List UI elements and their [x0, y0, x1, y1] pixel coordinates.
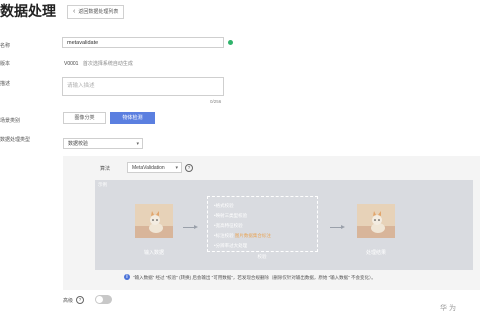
description-counter: 0/256	[210, 99, 222, 104]
version-label: 版本	[0, 61, 11, 67]
watermark-logo: 华为	[440, 305, 458, 312]
name-value: metavalidate	[67, 40, 99, 46]
info-icon: i	[124, 274, 130, 280]
toggle-knob	[96, 296, 103, 303]
version-hint: 首次选择系统自动生成	[82, 61, 133, 67]
center-caption: 校验	[250, 254, 274, 260]
chevron-down-icon: ▾	[136, 141, 139, 147]
version-text: V0001 首次选择系统自动生成	[64, 60, 133, 67]
advanced-label: 高级	[63, 298, 74, 304]
arrow-right-icon	[194, 225, 198, 229]
help-icon[interactable]: ?	[76, 296, 84, 304]
valid-check-icon	[228, 40, 233, 45]
illustration-header: 示例	[98, 182, 107, 187]
help-icon[interactable]: ?	[185, 164, 193, 172]
description-textarea[interactable]: 请输入描述	[62, 77, 224, 96]
check-item: •宽高特征校验	[214, 223, 243, 228]
check-item: •标注校验 图片数据集合标注	[214, 233, 271, 238]
check-highlight: 图片数据集合标注	[234, 233, 271, 238]
advanced-toggle[interactable]	[95, 295, 112, 304]
check-item: •格式校验	[214, 203, 234, 208]
page-title: 数据处理	[0, 3, 56, 19]
back-button-label: 返回数据处理列表	[78, 9, 119, 15]
output-caption: 处理结果	[365, 250, 386, 256]
scenario-object-detection[interactable]: 物体检测	[110, 112, 155, 124]
output-cat-image	[357, 204, 395, 238]
chevron-left-icon: ‹	[73, 8, 76, 15]
processing-type-label: 数据处理类型	[0, 137, 31, 143]
operator-select[interactable]: MetaValidation ▾	[127, 162, 182, 173]
input-cat-image	[135, 204, 173, 238]
check-item: •分辨率过大处理	[214, 243, 248, 248]
chevron-down-icon: ▾	[175, 165, 178, 171]
scenario-image-classification[interactable]: 图像分类	[63, 112, 106, 124]
arrow-right-icon	[341, 225, 345, 229]
processing-type-select[interactable]: 数据校验 ▾	[63, 138, 143, 149]
name-input[interactable]: metavalidate	[62, 37, 224, 48]
validation-checks-box: •格式校验 •映射三类型校验 •宽高特征校验 •标注校验 图片数据集合标注 •分…	[207, 196, 318, 252]
description-label: 描述	[0, 81, 11, 87]
check-item: •映射三类型校验	[214, 213, 248, 218]
description-placeholder: 请输入描述	[67, 83, 95, 89]
operator-label: 算法	[100, 166, 111, 172]
name-label: 名称	[0, 43, 11, 49]
processing-type-value: 数据校验	[68, 141, 89, 147]
operator-note: "输入数据" 经过 "校验" (转换) 后会输出 "可用数据"，若发现合规删除（…	[133, 275, 376, 280]
input-caption: 输入数据	[143, 250, 164, 256]
version-value: V0001	[64, 61, 79, 67]
back-to-list-button[interactable]: ‹ 返回数据处理列表	[67, 5, 125, 19]
operator-value: MetaValidation	[132, 165, 165, 171]
scenario-label: 场景类别	[0, 118, 21, 124]
